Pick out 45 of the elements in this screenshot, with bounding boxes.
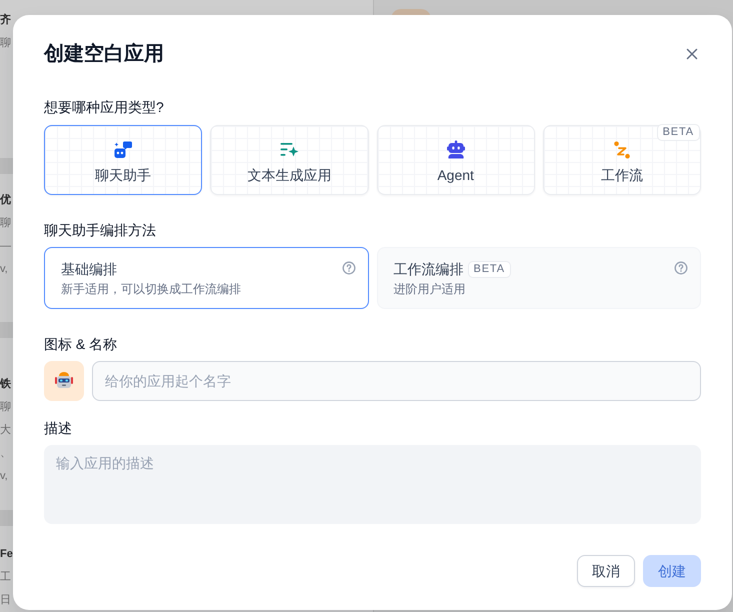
mode-description: 新手适用，可以切换成工作流编排	[61, 281, 242, 298]
card-text: 聊	[0, 36, 11, 51]
description-input[interactable]: 输入应用的描述	[44, 445, 701, 524]
robot-icon	[446, 140, 466, 160]
card-text: v,	[0, 469, 8, 484]
card-text: —	[0, 239, 11, 254]
card-text: 工	[0, 570, 11, 585]
card-title: 齐	[0, 12, 11, 28]
card-text: 日	[0, 593, 11, 608]
help-icon	[674, 261, 688, 275]
section-label: 想要哪种应用类型?	[44, 98, 165, 117]
app-type-card[interactable]: 工作流 BETA	[542, 125, 701, 195]
card-text: 聊	[0, 400, 11, 415]
mode-description: 进阶用户适用	[394, 281, 466, 298]
app-type-card[interactable]: Agent	[376, 125, 535, 195]
card-text: v,	[0, 262, 8, 277]
section-label: 图标 & 名称	[44, 335, 118, 354]
app-type-label: 文本生成应用	[247, 166, 332, 185]
chat-bot-icon	[113, 140, 134, 160]
card-text: 聊	[0, 216, 11, 231]
beta-tag: BETA	[468, 260, 511, 278]
mode-title: 工作流编排	[394, 260, 464, 279]
cancel-button[interactable]: 取消	[577, 555, 635, 587]
mode-card[interactable]: 工作流编排 BETA 进阶用户适用	[376, 247, 701, 309]
workflow-icon	[612, 140, 632, 160]
name-input[interactable]: 给你的应用起个名字	[92, 361, 701, 401]
beta-tag: BETA	[656, 124, 700, 141]
app-icon-picker[interactable]	[44, 361, 84, 401]
mode-card[interactable]: 基础编排 新手适用，可以切换成工作流编排	[44, 247, 368, 309]
card-text: 大	[0, 423, 11, 438]
app-type-label: 聊天助手	[95, 166, 152, 185]
section-label: 聊天助手编排方法	[44, 221, 157, 240]
dialog-title: 创建空白应用	[44, 42, 164, 67]
card-title: 优	[0, 193, 11, 208]
close-icon	[684, 46, 700, 62]
mode-title: 基础编排	[61, 260, 117, 279]
help-icon	[342, 261, 356, 275]
card-title: 铁	[0, 377, 11, 392]
section-label: 描述	[44, 419, 73, 438]
card-title: Fe	[0, 547, 13, 562]
card-text: 、	[0, 446, 11, 461]
app-type-label: Agent	[437, 166, 474, 185]
app-type-label: 工作流	[600, 166, 643, 185]
app-type-card[interactable]: 聊天助手	[44, 125, 202, 195]
app-type-card[interactable]: 文本生成应用	[210, 125, 368, 195]
